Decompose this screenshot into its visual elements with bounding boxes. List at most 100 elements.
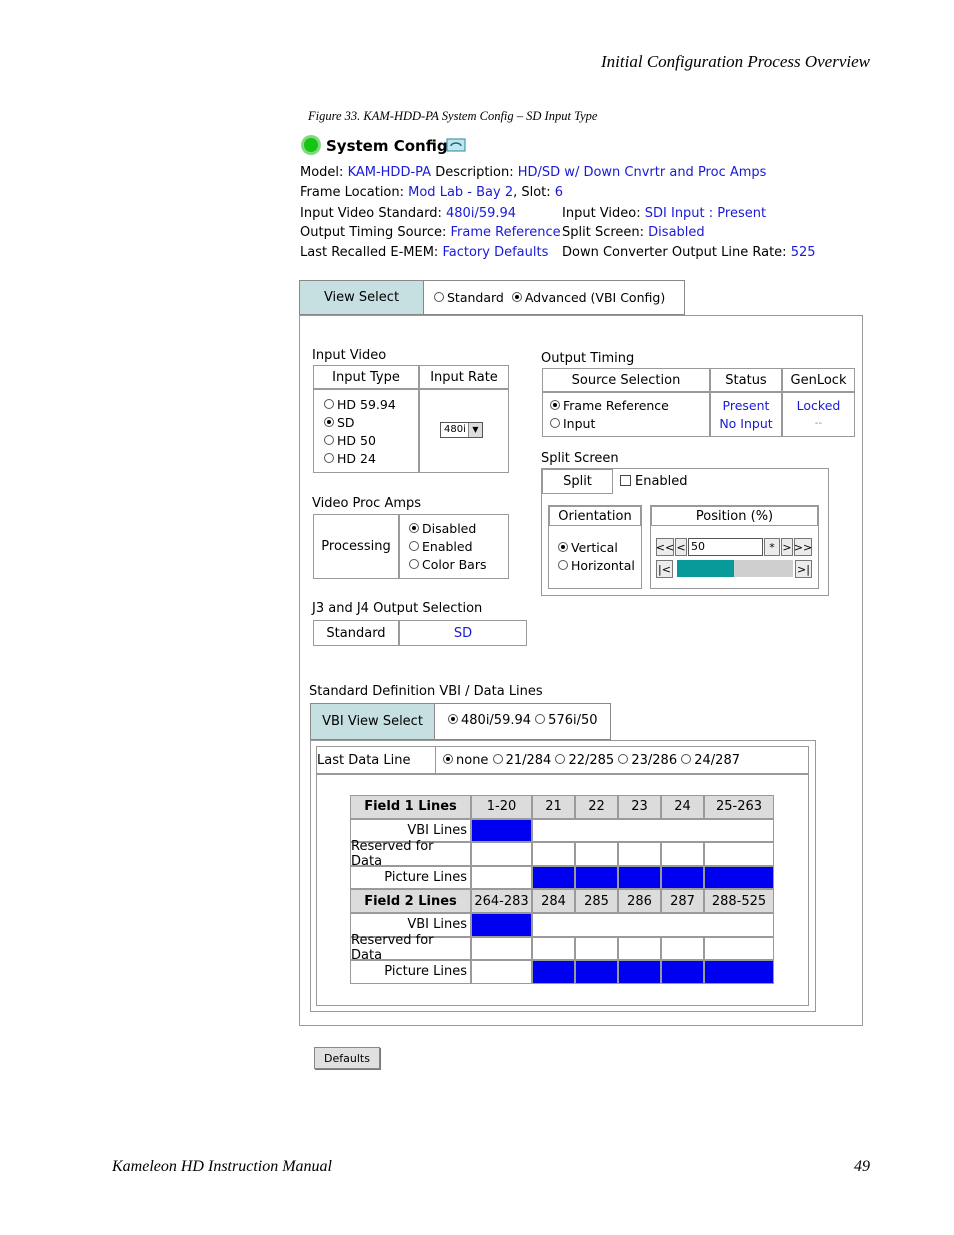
line-range-header: 286: [618, 889, 661, 913]
input-type-sd[interactable]: SD: [324, 414, 396, 432]
description-value: HD/SD w/ Down Cnvrtr and Proc Amps: [517, 165, 767, 180]
line-range-header: 25-263: [704, 795, 774, 819]
orientation-radios: Vertical Horizontal: [558, 539, 635, 575]
page-header: Initial Configuration Process Overview: [601, 52, 870, 71]
input-type-radios: HD 59.94 SD HD 50 HD 24: [324, 396, 396, 468]
refresh-icon[interactable]: [446, 137, 466, 152]
reserved-cell: [661, 842, 704, 866]
position-last-button[interactable]: >>: [794, 538, 812, 556]
reserved-cell: [704, 936, 774, 961]
source-frame-reference[interactable]: Frame Reference: [550, 397, 669, 415]
frame-location-line: Frame Location: Mod Lab - Bay 2, Slot: 6: [300, 185, 564, 200]
line-range-header: 288-525: [704, 889, 774, 913]
processing-label: Processing: [313, 514, 399, 579]
processing-disabled[interactable]: Disabled: [409, 520, 487, 538]
line-range-header: 284: [532, 889, 575, 913]
vbi-view-576i[interactable]: 576i/50: [535, 713, 598, 728]
picture-cell: [704, 960, 774, 984]
picture-cell: [661, 865, 704, 890]
view-select-options: Standard Advanced (VBI Config): [434, 290, 665, 305]
last-line-22[interactable]: 22/285: [555, 753, 614, 768]
input-type-hd24[interactable]: HD 24: [324, 450, 396, 468]
reserved-cell: [471, 842, 532, 866]
reserved-cell: [704, 842, 774, 866]
vbi-lines-empty: [532, 818, 774, 843]
picture-lines-label: Picture Lines: [350, 960, 471, 984]
vbi-lines-cell: [471, 913, 532, 937]
position-max-button[interactable]: >|: [795, 560, 812, 578]
input-type-hd5994[interactable]: HD 59.94: [324, 396, 396, 414]
position-next-button[interactable]: >: [781, 538, 793, 556]
j3j4-value: SD: [399, 620, 527, 646]
processing-color-bars[interactable]: Color Bars: [409, 556, 487, 574]
processing-radios: Disabled Enabled Color Bars: [409, 520, 487, 574]
picture-cell: [471, 960, 532, 984]
reserved-cell: [532, 936, 575, 961]
last-line-23[interactable]: 23/286: [618, 753, 677, 768]
input-rate-select[interactable]: 480i ▼: [440, 422, 483, 438]
position-header: Position (%): [651, 506, 818, 526]
model-line: Model: KAM-HDD-PA Description: HD/SD w/ …: [300, 165, 767, 180]
line-range-header: 264-283: [471, 889, 532, 913]
input-type-header: Input Type: [313, 365, 419, 389]
source-radios: Frame Reference Input: [550, 397, 669, 433]
system-config-title: System Config: [326, 137, 448, 155]
input-rate-header: Input Rate: [419, 365, 509, 389]
position-first-button[interactable]: <<: [656, 538, 674, 556]
position-slider[interactable]: [677, 560, 793, 577]
position-min-button[interactable]: |<: [656, 560, 673, 578]
reserved-cell: [618, 842, 661, 866]
picture-cell: [704, 865, 774, 890]
genlock-header: GenLock: [782, 368, 855, 392]
genlock-values: Locked --: [796, 398, 841, 429]
split-label: Split: [542, 469, 613, 494]
slider-fill: [677, 560, 734, 577]
status-led-icon: [300, 134, 322, 156]
j3j4-title: J3 and J4 Output Selection: [312, 601, 483, 616]
position-prev-button[interactable]: <: [675, 538, 687, 556]
reserved-label: Reserved for Data: [350, 839, 471, 869]
reserved-cell: [575, 842, 618, 866]
field-header: Field 1 Lines: [350, 795, 471, 819]
position-input[interactable]: 50: [688, 538, 763, 556]
chevron-down-icon[interactable]: ▼: [468, 423, 482, 437]
field-header: Field 2 Lines: [350, 889, 471, 913]
vbi-view-480i[interactable]: 480i/59.94: [448, 713, 531, 728]
split-screen-line: Split Screen: Disabled: [562, 225, 705, 240]
input-video-title: Input Video: [312, 348, 387, 363]
picture-cell: [532, 865, 575, 890]
reserved-cell: [661, 936, 704, 961]
last-line-24[interactable]: 24/287: [681, 753, 740, 768]
reserved-cell: [471, 936, 532, 961]
source-input[interactable]: Input: [550, 415, 669, 433]
frame-location-value: Mod Lab - Bay 2: [408, 185, 514, 200]
defaults-button[interactable]: Defaults: [314, 1047, 380, 1069]
processing-enabled[interactable]: Enabled: [409, 538, 487, 556]
last-line-21[interactable]: 21/284: [492, 753, 551, 768]
down-converter-line: Down Converter Output Line Rate: 525: [562, 245, 816, 260]
input-standard-line: Input Video Standard: 480i/59.94: [300, 206, 517, 221]
line-range-header: 1-20: [471, 795, 532, 819]
model-value: KAM-HDD-PA: [347, 165, 432, 180]
view-advanced-radio[interactable]: Advanced (VBI Config): [511, 290, 665, 305]
split-enabled-checkbox[interactable]: Enabled: [620, 474, 688, 489]
vbi-title: Standard Definition VBI / Data Lines: [309, 684, 543, 699]
reserved-cell: [532, 842, 575, 866]
line-range-header: 24: [661, 795, 704, 819]
reserved-cell: [618, 936, 661, 961]
position-star-button[interactable]: *: [764, 538, 780, 556]
last-line-none[interactable]: none: [443, 753, 488, 768]
orientation-vertical[interactable]: Vertical: [558, 539, 635, 557]
line-range-header: 21: [532, 795, 575, 819]
output-timing-line: Output Timing Source: Frame Reference: [300, 225, 561, 240]
input-type-hd50[interactable]: HD 50: [324, 432, 396, 450]
picture-cell: [575, 960, 618, 984]
picture-cell: [575, 865, 618, 890]
picture-cell: [618, 960, 661, 984]
line-range-header: 22: [575, 795, 618, 819]
output-timing-title: Output Timing: [541, 351, 635, 366]
vbi-lines-cell: [471, 818, 532, 843]
view-standard-radio[interactable]: Standard: [434, 290, 504, 305]
picture-cell: [618, 865, 661, 890]
orientation-horizontal[interactable]: Horizontal: [558, 557, 635, 575]
